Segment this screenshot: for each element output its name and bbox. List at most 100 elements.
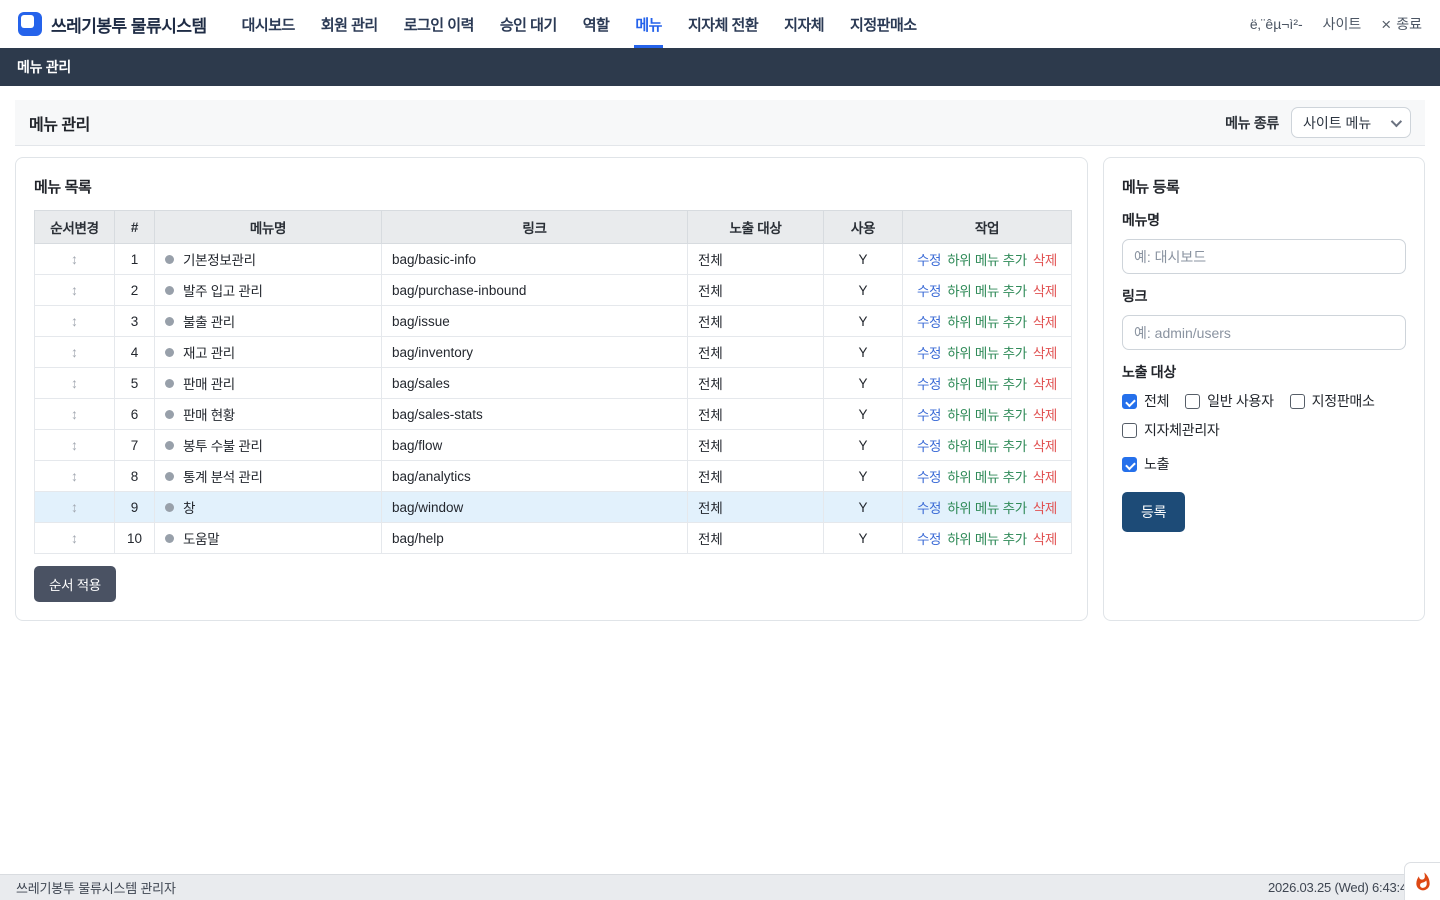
col-use: 사용	[824, 211, 903, 244]
nav-item-members[interactable]: 회원 관리	[308, 0, 391, 48]
delete-link[interactable]: 삭제	[1033, 346, 1057, 361]
row-number: 3	[115, 306, 155, 337]
drag-handle-icon[interactable]: ↕	[71, 251, 78, 267]
brand-title: 쓰레기봉투 물류시스템	[51, 12, 207, 37]
edit-link[interactable]: 수정	[917, 501, 941, 516]
checkbox-visible[interactable]: 노출	[1122, 454, 1406, 474]
nav-right: ë‚¨êµ¬ì²- 사이트 × 종료	[1250, 14, 1422, 34]
edit-link[interactable]: 수정	[917, 284, 941, 299]
drag-handle-icon[interactable]: ↕	[71, 375, 78, 391]
delete-link[interactable]: 삭제	[1033, 439, 1057, 454]
nav-item-designated-seller[interactable]: 지정판매소	[837, 0, 930, 48]
submit-button[interactable]: 등록	[1122, 492, 1185, 532]
edit-link[interactable]: 수정	[917, 532, 941, 547]
menu-dot-icon	[165, 348, 174, 357]
drag-handle-icon[interactable]: ↕	[71, 406, 78, 422]
drag-handle-icon[interactable]: ↕	[71, 499, 78, 515]
nav-item-municipality[interactable]: 지자체	[771, 0, 837, 48]
use-cell: Y	[824, 430, 903, 461]
edit-link[interactable]: 수정	[917, 253, 941, 268]
footer: 쓰레기봉투 물류시스템 관리자 2026.03.25 (Wed) 6:43:43	[0, 874, 1440, 900]
debug-toolbar-toggle[interactable]	[1404, 862, 1440, 900]
col-action: 작업	[903, 211, 1072, 244]
checkbox-target-all[interactable]: 전체	[1122, 391, 1169, 411]
menu-link: bag/basic-info	[382, 244, 688, 275]
delete-link[interactable]: 삭제	[1033, 408, 1057, 423]
delete-link[interactable]: 삭제	[1033, 284, 1057, 299]
add-submenu-link[interactable]: 하위 메뉴 추가	[947, 346, 1027, 361]
nav-item-approval-pending[interactable]: 승인 대기	[487, 0, 570, 48]
edit-link[interactable]: 수정	[917, 377, 941, 392]
drag-handle-icon[interactable]: ↕	[71, 313, 78, 329]
delete-link[interactable]: 삭제	[1033, 501, 1057, 516]
delete-link[interactable]: 삭제	[1033, 470, 1057, 485]
drag-handle-icon[interactable]: ↕	[71, 530, 78, 546]
target-cell: 전체	[688, 337, 824, 368]
edit-link[interactable]: 수정	[917, 346, 941, 361]
table-row: ↕5판매 관리bag/sales전체Y수정하위 메뉴 추가삭제	[35, 368, 1072, 399]
drag-handle-icon[interactable]: ↕	[71, 344, 78, 360]
nav-item-roles[interactable]: 역할	[570, 0, 623, 48]
add-submenu-link[interactable]: 하위 메뉴 추가	[947, 408, 1027, 423]
add-submenu-link[interactable]: 하위 메뉴 추가	[947, 470, 1027, 485]
breadcrumb-title: 메뉴 관리	[17, 57, 71, 77]
edit-link[interactable]: 수정	[917, 315, 941, 330]
add-submenu-link[interactable]: 하위 메뉴 추가	[947, 315, 1027, 330]
add-submenu-link[interactable]: 하위 메뉴 추가	[947, 253, 1027, 268]
add-submenu-link[interactable]: 하위 메뉴 추가	[947, 532, 1027, 547]
app-logo-icon	[18, 12, 42, 36]
target-cell: 전체	[688, 368, 824, 399]
delete-link[interactable]: 삭제	[1033, 315, 1057, 330]
menu-form-card: 메뉴 등록 메뉴명 링크 노출 대상 전체 일반 사용자 지정판매소 지자체관리…	[1103, 157, 1425, 621]
menu-name-label: 메뉴명	[1122, 210, 1406, 230]
drag-handle-icon[interactable]: ↕	[71, 468, 78, 484]
nav-item-municipality-switch[interactable]: 지자체 전환	[675, 0, 771, 48]
add-submenu-link[interactable]: 하위 메뉴 추가	[947, 439, 1027, 454]
target-cell: 전체	[688, 492, 824, 523]
edit-link[interactable]: 수정	[917, 439, 941, 454]
edit-link[interactable]: 수정	[917, 408, 941, 423]
drag-handle-icon[interactable]: ↕	[71, 282, 78, 298]
logout-button[interactable]: × 종료	[1381, 14, 1422, 34]
drag-handle-icon[interactable]: ↕	[71, 437, 78, 453]
edit-link[interactable]: 수정	[917, 470, 941, 485]
site-link[interactable]: 사이트	[1323, 14, 1362, 34]
menu-dot-icon	[165, 534, 174, 543]
checkbox-target-general-user[interactable]: 일반 사용자	[1185, 391, 1274, 411]
nav-item-menu[interactable]: 메뉴	[622, 0, 675, 48]
row-number: 4	[115, 337, 155, 368]
add-submenu-link[interactable]: 하위 메뉴 추가	[947, 284, 1027, 299]
delete-link[interactable]: 삭제	[1033, 532, 1057, 547]
add-submenu-link[interactable]: 하위 메뉴 추가	[947, 501, 1027, 516]
add-submenu-link[interactable]: 하위 메뉴 추가	[947, 377, 1027, 392]
target-cell: 전체	[688, 399, 824, 430]
brand[interactable]: 쓰레기봉투 물류시스템	[18, 12, 207, 37]
checkbox-target-municipality-admin[interactable]: 지자체관리자	[1122, 420, 1219, 440]
row-number: 9	[115, 492, 155, 523]
table-row: ↕8통계 분석 관리bag/analytics전체Y수정하위 메뉴 추가삭제	[35, 461, 1072, 492]
menu-dot-icon	[165, 286, 174, 295]
menu-link: bag/flow	[382, 430, 688, 461]
main-nav: 대시보드 회원 관리 로그인 이력 승인 대기 역할 메뉴 지자체 전환 지자체…	[229, 0, 930, 48]
menu-dot-icon	[165, 441, 174, 450]
row-number: 5	[115, 368, 155, 399]
apply-order-button[interactable]: 순서 적용	[34, 566, 116, 602]
use-cell: Y	[824, 306, 903, 337]
breadcrumb-bar: 메뉴 관리	[0, 48, 1440, 86]
checkbox-unchecked-icon	[1290, 394, 1305, 409]
target-label: 노출 대상	[1122, 362, 1406, 382]
checkbox-unchecked-icon	[1122, 423, 1137, 438]
close-icon: ×	[1381, 16, 1391, 33]
nav-item-login-history[interactable]: 로그인 이력	[391, 0, 487, 48]
delete-link[interactable]: 삭제	[1033, 377, 1057, 392]
delete-link[interactable]: 삭제	[1033, 253, 1057, 268]
target-checkbox-group: 전체 일반 사용자 지정판매소 지자체관리자	[1122, 391, 1406, 440]
menu-name-input[interactable]	[1122, 239, 1406, 274]
link-input[interactable]	[1122, 315, 1406, 350]
checkbox-checked-icon	[1122, 394, 1137, 409]
menu-type-select[interactable]: 사이트 메뉴	[1291, 107, 1411, 138]
table-row: ↕4재고 관리bag/inventory전체Y수정하위 메뉴 추가삭제	[35, 337, 1072, 368]
table-row: ↕10도움말bag/help전체Y수정하위 메뉴 추가삭제	[35, 523, 1072, 554]
nav-item-dashboard[interactable]: 대시보드	[229, 0, 308, 48]
checkbox-target-designated-seller[interactable]: 지정판매소	[1290, 391, 1375, 411]
